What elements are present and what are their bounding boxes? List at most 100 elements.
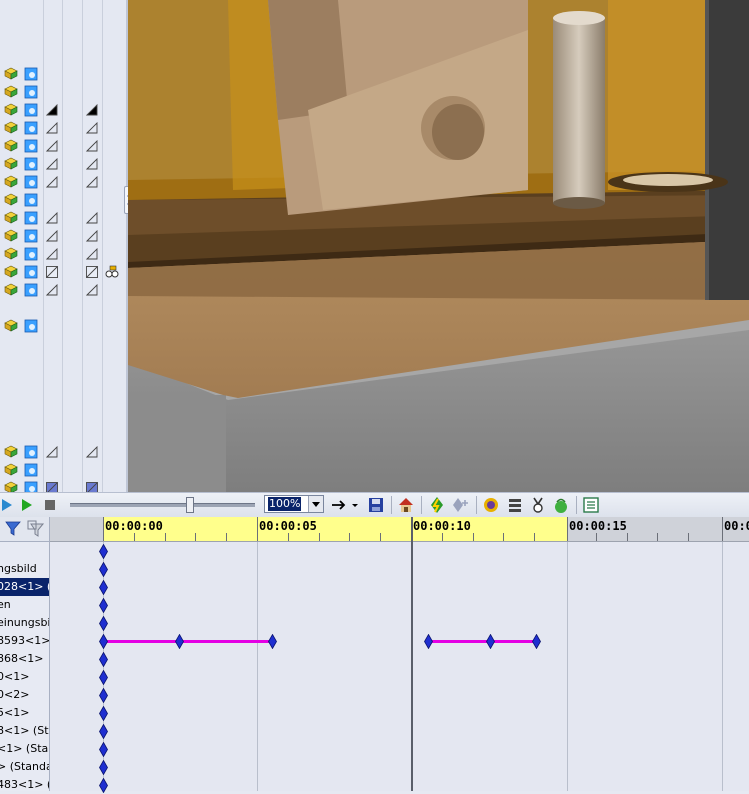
- autokey-icon[interactable]: [428, 496, 446, 514]
- visibility-toggle-icon[interactable]: [86, 158, 98, 170]
- keyframe-icon[interactable]: [99, 688, 108, 703]
- display-mode-icon[interactable]: [46, 266, 58, 278]
- feature-row[interactable]: [0, 137, 126, 155]
- add-key-icon[interactable]: [451, 496, 471, 514]
- feature-row[interactable]: [0, 191, 126, 209]
- feature-row[interactable]: [0, 317, 126, 335]
- keyframe-icon[interactable]: [99, 562, 108, 577]
- feature-row[interactable]: [0, 65, 126, 83]
- feature-row[interactable]: [0, 263, 126, 281]
- visibility-toggle-icon[interactable]: [46, 104, 58, 116]
- display-mode-icon[interactable]: [86, 482, 98, 492]
- animation-track-bar[interactable]: [103, 640, 272, 643]
- feature-row[interactable]: [0, 443, 126, 461]
- timeline-row-label[interactable]: 5<1>: [0, 704, 49, 722]
- feature-row[interactable]: [0, 227, 126, 245]
- keyframe-icon[interactable]: [532, 634, 541, 649]
- visibility-toggle-icon[interactable]: [86, 248, 98, 260]
- visibility-toggle-icon[interactable]: [86, 140, 98, 152]
- visibility-toggle-icon[interactable]: [46, 248, 58, 260]
- timeline-row-label[interactable]: 0<2>: [0, 686, 49, 704]
- timeline-row-label[interactable]: [0, 542, 49, 560]
- keyframe-icon[interactable]: [175, 634, 184, 649]
- timeline-row-label[interactable]: 483<1> (S: [0, 776, 49, 794]
- filter-options-icon[interactable]: [27, 520, 45, 538]
- timeline-row-label[interactable]: en: [0, 596, 49, 614]
- keyframe-icon[interactable]: [99, 760, 108, 775]
- visibility-toggle-icon[interactable]: [46, 212, 58, 224]
- visibility-toggle-icon[interactable]: [86, 230, 98, 242]
- keyframe-icon[interactable]: [99, 706, 108, 721]
- home-icon[interactable]: [397, 496, 415, 514]
- keyframe-icon[interactable]: [99, 634, 108, 649]
- timeline-row-label[interactable]: 868<1>: [0, 650, 49, 668]
- timeline-row-label[interactable]: 028<1> (S: [0, 578, 49, 596]
- animation-track-bar[interactable]: [428, 640, 536, 643]
- save-icon[interactable]: [367, 496, 385, 514]
- keyframe-icon[interactable]: [99, 544, 108, 559]
- stop-icon[interactable]: [43, 496, 57, 514]
- medal-icon[interactable]: [529, 496, 547, 514]
- tool-icon[interactable]: [104, 265, 120, 279]
- timeline-row-label[interactable]: 0<1>: [0, 668, 49, 686]
- feature-row[interactable]: [0, 119, 126, 137]
- feature-row[interactable]: [0, 83, 126, 101]
- visibility-toggle-icon[interactable]: [86, 284, 98, 296]
- play-green-icon[interactable]: [20, 496, 34, 514]
- feature-row[interactable]: [0, 461, 126, 479]
- keyframe-icon[interactable]: [486, 634, 495, 649]
- chevron-down-icon[interactable]: [308, 496, 323, 512]
- stack-icon[interactable]: [506, 496, 524, 514]
- table-icon[interactable]: [582, 496, 600, 514]
- arrow-icon[interactable]: [330, 496, 358, 514]
- feature-row[interactable]: [0, 281, 126, 299]
- keyframe-icon[interactable]: [99, 670, 108, 685]
- keyframe-icon[interactable]: [99, 580, 108, 595]
- visibility-toggle-icon[interactable]: [46, 284, 58, 296]
- keyframe-icon[interactable]: [99, 598, 108, 613]
- visibility-toggle-icon[interactable]: [46, 140, 58, 152]
- timeline-row-label[interactable]: 8<1> (Sta: [0, 722, 49, 740]
- visibility-toggle-icon[interactable]: [46, 176, 58, 188]
- visibility-toggle-icon[interactable]: [86, 446, 98, 458]
- visibility-toggle-icon[interactable]: [86, 212, 98, 224]
- timeline-grid-line: [257, 542, 258, 791]
- smart-icon[interactable]: [482, 496, 500, 514]
- visibility-toggle-icon[interactable]: [46, 122, 58, 134]
- timeline-cursor[interactable]: [411, 517, 413, 791]
- timeline-row-label[interactable]: ngsbild: [0, 560, 49, 578]
- keyframe-icon[interactable]: [99, 652, 108, 667]
- keyframe-icon[interactable]: [99, 742, 108, 757]
- keyframe-icon[interactable]: [268, 634, 277, 649]
- playback-slider-track[interactable]: [70, 503, 255, 507]
- visibility-toggle-icon[interactable]: [46, 230, 58, 242]
- keyframe-icon[interactable]: [99, 616, 108, 631]
- timeline-row-label[interactable]: 8593<1>: [0, 632, 49, 650]
- bag-icon[interactable]: [552, 496, 570, 514]
- timeline-row-label[interactable]: einungsbild: [0, 614, 49, 632]
- filter-icon[interactable]: [4, 520, 22, 538]
- display-mode-icon[interactable]: [86, 266, 98, 278]
- graphics-viewport[interactable]: [128, 0, 749, 492]
- visibility-toggle-icon[interactable]: [86, 122, 98, 134]
- visibility-toggle-icon[interactable]: [46, 446, 58, 458]
- feature-row[interactable]: [0, 101, 126, 119]
- timeline-grid[interactable]: [50, 542, 749, 791]
- feature-row[interactable]: [0, 245, 126, 263]
- playback-slider-thumb[interactable]: [186, 497, 194, 513]
- visibility-toggle-icon[interactable]: [86, 104, 98, 116]
- keyframe-icon[interactable]: [99, 724, 108, 739]
- feature-row[interactable]: [0, 173, 126, 191]
- feature-row[interactable]: [0, 479, 126, 492]
- feature-row[interactable]: [0, 209, 126, 227]
- visibility-toggle-icon[interactable]: [86, 176, 98, 188]
- feature-row[interactable]: [0, 155, 126, 173]
- zoom-select[interactable]: 100%: [264, 495, 324, 513]
- play-icon[interactable]: [0, 496, 14, 514]
- keyframe-icon[interactable]: [424, 634, 433, 649]
- timeline-row-label[interactable]: <1> (Stan: [0, 740, 49, 758]
- timeline-ruler-active-range[interactable]: [103, 517, 568, 542]
- timeline-row-label[interactable]: > (Standa: [0, 758, 49, 776]
- visibility-toggle-icon[interactable]: [46, 158, 58, 170]
- display-mode-icon[interactable]: [46, 482, 58, 492]
